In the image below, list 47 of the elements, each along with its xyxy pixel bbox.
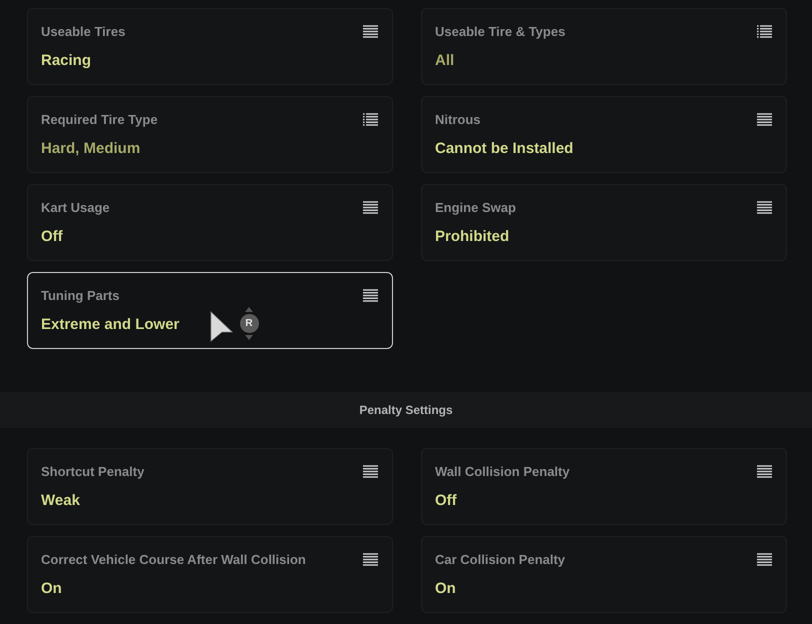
setting-value: Off [435,492,457,510]
setting-label: Useable Tires [41,24,126,40]
setting-label: Car Collision Penalty [435,552,566,568]
setting-card[interactable]: Useable Tire & Types All [421,8,787,85]
menu-lines-icon [363,553,378,566]
setting-card[interactable]: Correct Vehicle Course After Wall Collision On [27,536,393,613]
setting-label: Useable Tire & Types [435,24,566,40]
setting-label: Engine Swap [435,200,516,216]
bulleted-list-icon [757,25,772,38]
setting-card[interactable]: Wall Collision Penalty Off [421,448,787,525]
setting-card[interactable]: Shortcut Penalty Weak [27,448,393,525]
menu-lines-icon [757,553,772,566]
setting-card[interactable]: Car Collision Penalty On [421,536,787,613]
menu-lines-icon [363,201,378,214]
setting-card[interactable]: Required Tire Type Hard, Medium [27,96,393,173]
setting-label: Correct Vehicle Course After Wall Collision [41,552,306,568]
setting-value: Prohibited [435,228,510,246]
setting-value: Extreme and Lower [41,316,180,334]
setting-card[interactable]: Engine Swap Prohibited [421,184,787,261]
menu-lines-icon [363,25,378,38]
setting-label: Nitrous [435,112,480,128]
setting-value: Weak [41,492,80,510]
setting-value: Cannot be Installed [435,140,574,158]
bulleted-list-icon [363,113,378,126]
setting-label: Shortcut Penalty [41,464,144,480]
section-title: Penalty Settings [359,402,453,419]
setting-value: On [41,580,62,598]
pointer-cursor-icon [210,311,233,342]
menu-lines-icon [363,465,378,478]
setting-card[interactable]: Kart Usage Off [27,184,393,261]
menu-lines-icon [757,201,772,214]
setting-value: On [435,580,456,598]
setting-card[interactable]: Useable Tires Racing [27,8,393,85]
setting-label: Required Tire Type [41,112,158,128]
menu-lines-icon [757,465,772,478]
setting-label: Wall Collision Penalty [435,464,570,480]
setting-card[interactable]: Nitrous Cannot be Installed [421,96,787,173]
setting-value: Off [41,228,63,246]
r-stick-badge: R [238,307,260,340]
setting-value: Racing [41,52,92,70]
setting-label: Kart Usage [41,200,110,216]
menu-lines-icon [757,113,772,126]
setting-value: Hard, Medium [41,140,140,158]
setting-card[interactable]: Tuning Parts Extreme and Lower R [27,272,393,349]
menu-lines-icon [363,289,378,302]
setting-label: Tuning Parts [41,288,120,304]
setting-value: All [435,52,454,70]
